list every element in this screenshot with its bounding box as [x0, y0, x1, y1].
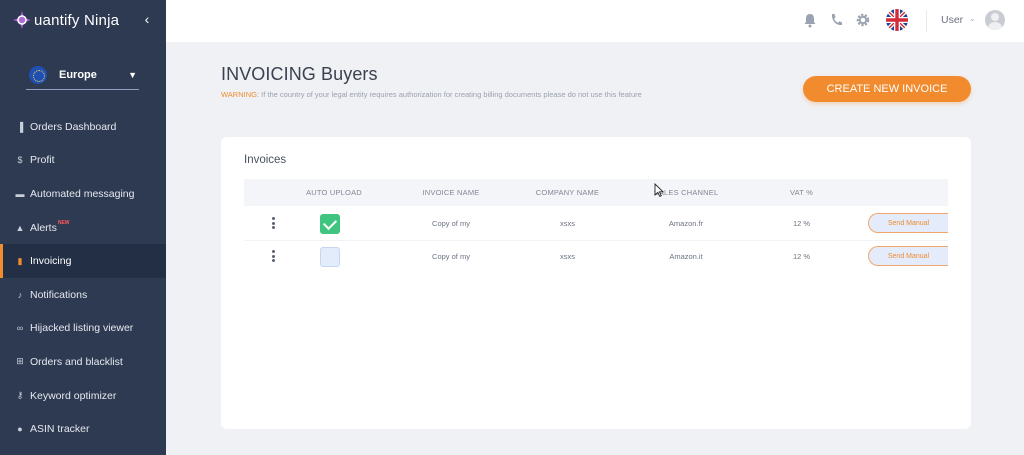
- invoice-name-cell: Copy of my: [432, 219, 470, 228]
- uk-flag-icon[interactable]: [886, 9, 908, 31]
- invoice-icon: ▮: [17, 255, 23, 266]
- bell-icon: ♪: [17, 289, 23, 300]
- user-menu-label[interactable]: User: [941, 14, 963, 26]
- sidebar-item-label: Automated messaging: [30, 187, 135, 200]
- sidebar-item-profit[interactable]: $ Profit: [0, 144, 166, 178]
- sidebar: uantify Ninja ‹ Europe ▼ ▐ Orders Dashbo…: [0, 0, 166, 455]
- chevron-down-icon[interactable]: ⌄: [969, 14, 976, 23]
- brand-logo-icon: [13, 11, 31, 29]
- eu-flag-icon: [29, 65, 47, 84]
- invoices-card: Invoices AUTO UPLOAD INVOICE NAME COMPAN…: [221, 137, 971, 429]
- company-name-cell: xsxs: [560, 252, 575, 261]
- sidebar-item-asin-tracker[interactable]: ● ASIN tracker: [0, 412, 166, 446]
- auto-upload-checkbox[interactable]: [320, 247, 340, 267]
- vat-cell: 12 %: [792, 252, 811, 261]
- sidebar-item-keyword-optimizer[interactable]: ⚷ Keyword optimizer: [0, 379, 166, 413]
- sidebar-item-label: Profit: [30, 154, 55, 167]
- gear-icon[interactable]: [855, 11, 871, 29]
- column-header-vat[interactable]: VAT %: [779, 188, 824, 197]
- sidebar-item-orders-dashboard[interactable]: ▐ Orders Dashboard: [0, 110, 166, 144]
- page-title: INVOICING Buyers: [221, 64, 378, 84]
- brand-name: uantify Ninja: [34, 11, 120, 29]
- table-header: AUTO UPLOAD INVOICE NAME COMPANY NAME SA…: [244, 179, 948, 206]
- column-header-invoice-name[interactable]: INVOICE NAME: [416, 188, 486, 197]
- warning-label: WARNING: [221, 90, 257, 99]
- sidebar-item-label: Invoicing: [30, 255, 72, 268]
- warning-message: WARNING: If the country of your legal en…: [221, 89, 661, 101]
- key-icon: ⚷: [16, 390, 24, 401]
- sidebar-item-hijacked-listing-viewer[interactable]: ∞ Hijacked listing viewer: [0, 312, 166, 346]
- row-menu-icon[interactable]: [270, 217, 276, 231]
- region-selector[interactable]: Europe ▼: [26, 60, 139, 90]
- column-header-company-name[interactable]: COMPANY NAME: [529, 188, 606, 197]
- sales-channel-cell: Amazon.fr: [668, 219, 704, 228]
- sales-channel-cell: Amazon.it: [669, 252, 703, 261]
- glasses-icon: ∞: [16, 323, 24, 334]
- phone-icon[interactable]: [828, 11, 844, 29]
- create-new-invoice-button[interactable]: CREATE NEW INVOICE: [803, 76, 971, 102]
- column-header-auto-upload[interactable]: AUTO UPLOAD: [304, 188, 364, 197]
- warning-text: : If the country of your legal entity re…: [256, 90, 642, 99]
- avatar[interactable]: [985, 10, 1005, 30]
- sidebar-item-label: Keyword optimizer: [30, 389, 117, 402]
- vat-cell: 12 %: [792, 219, 811, 228]
- company-name-cell: xsxs: [560, 219, 575, 228]
- region-label: Europe: [59, 68, 97, 81]
- send-manual-button[interactable]: Send Manual: [868, 246, 948, 266]
- mouse-cursor-icon: [654, 183, 664, 197]
- sidebar-item-notifications[interactable]: ♪ Notifications: [0, 278, 166, 312]
- sidebar-item-automated-messaging[interactable]: ▬ Automated messaging: [0, 177, 166, 211]
- dollar-icon: $: [17, 155, 23, 166]
- sidebar-item-label: Orders and blacklist: [30, 355, 123, 368]
- invoices-title: Invoices: [244, 154, 287, 166]
- sidebar-item-label: Orders Dashboard: [30, 120, 117, 133]
- sidebar-item-alerts[interactable]: ▲ Alerts NEW: [0, 211, 166, 245]
- send-manual-button[interactable]: Send Manual: [868, 213, 948, 233]
- info-icon: ●: [17, 424, 23, 435]
- topbar: User ⌄: [166, 0, 1024, 42]
- sidebar-item-label: ASIN tracker: [30, 423, 90, 436]
- row-menu-icon[interactable]: [270, 250, 276, 264]
- cart-icon: ⊞: [16, 356, 24, 367]
- invoice-name-cell: Copy of my: [432, 252, 470, 261]
- new-badge: NEW: [57, 219, 70, 226]
- caret-down-icon: ▼: [128, 69, 137, 80]
- collapse-sidebar-icon[interactable]: ‹: [140, 10, 154, 28]
- sidebar-item-label: Notifications: [30, 288, 88, 301]
- sidebar-item-label: Alerts: [30, 221, 57, 234]
- sidebar-item-label: Hijacked listing viewer: [30, 322, 134, 335]
- sidebar-item-invoicing[interactable]: ▮ Invoicing: [0, 244, 166, 278]
- sidebar-nav: ▐ Orders Dashboard $ Profit ▬ Automated …: [0, 110, 166, 446]
- warning-icon: ▲: [15, 222, 25, 233]
- bar-chart-icon: ▐: [16, 121, 24, 132]
- topbar-divider: [926, 10, 927, 32]
- auto-upload-checkbox[interactable]: [320, 214, 340, 234]
- brand[interactable]: uantify Ninja: [12, 8, 119, 32]
- table-row: Copy of my xsxs Amazon.it 12 % Send Manu…: [244, 240, 948, 272]
- bell-icon[interactable]: [802, 11, 818, 29]
- message-icon: ▬: [15, 188, 25, 199]
- table-row: Copy of my xsxs Amazon.fr 12 % Send Manu…: [244, 208, 948, 240]
- sidebar-item-orders-and-blacklist[interactable]: ⊞ Orders and blacklist: [0, 345, 166, 379]
